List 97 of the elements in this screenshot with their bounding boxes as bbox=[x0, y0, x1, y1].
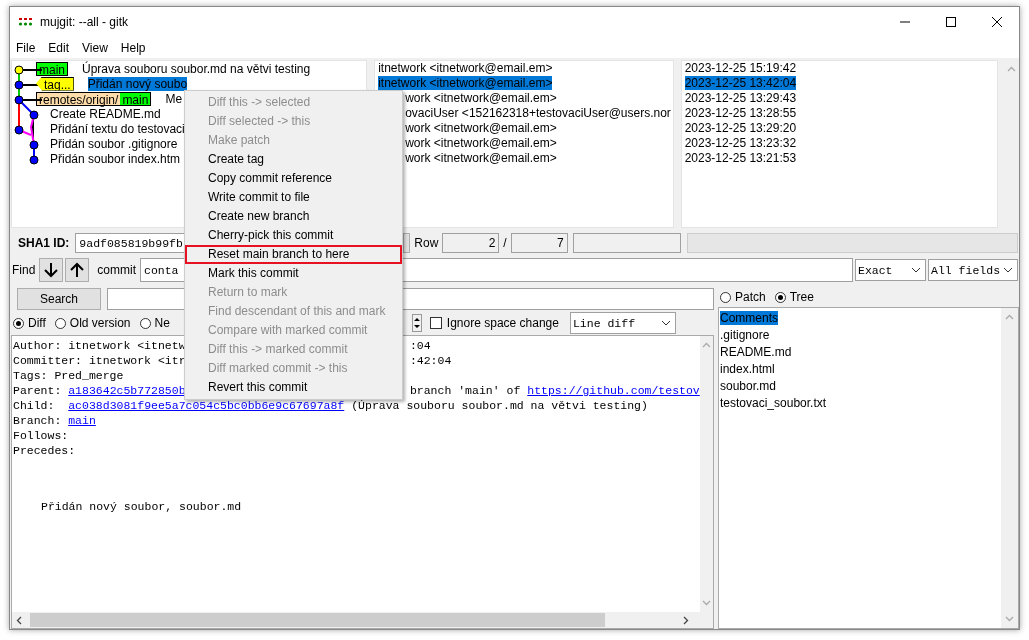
commit-date[interactable]: 2023-12-25 13:21:53 bbox=[684, 151, 797, 165]
commit-subject[interactable]: Create README.md bbox=[50, 106, 161, 121]
menu-item[interactable]: Copy commit reference bbox=[185, 169, 402, 188]
detail-text: (Úprava souboru soubor.md na větvi testing) bbox=[351, 399, 648, 412]
commit-date[interactable]: 2023-12-25 13:28:55 bbox=[684, 106, 797, 120]
commit-author[interactable]: work <itnetwork@email.em> bbox=[405, 91, 557, 105]
sha1-label: SHA1 ID: bbox=[18, 236, 70, 250]
file-name[interactable]: Comments bbox=[720, 311, 778, 325]
find-next-button[interactable] bbox=[39, 258, 64, 282]
horizontal-scrollbar[interactable] bbox=[11, 612, 714, 629]
find-label: Find bbox=[12, 263, 36, 277]
commit-subject[interactable]: Úprava souboru soubor.md na větvi testing bbox=[82, 61, 311, 76]
file-name[interactable]: testovaci_soubor.txt bbox=[720, 396, 827, 410]
checkbox-label[interactable]: Ignore space change bbox=[446, 316, 559, 330]
close-icon[interactable] bbox=[991, 16, 1003, 28]
commit-author[interactable]: ovaciUser <152162318+testovaciUser@users.nor bbox=[405, 106, 671, 120]
spinner-arrows-icon[interactable] bbox=[411, 314, 422, 332]
chevron-down-icon bbox=[1003, 267, 1013, 273]
button[interactable] bbox=[403, 233, 411, 253]
fields-dropdown[interactable]: All fields bbox=[928, 259, 1018, 281]
row-label: Row bbox=[414, 236, 439, 250]
commit-date[interactable]: 2023-12-25 13:29:20 bbox=[684, 121, 797, 135]
radio-label[interactable]: Tree bbox=[789, 290, 814, 304]
chevron-right-icon[interactable] bbox=[683, 615, 689, 625]
menu-item[interactable]: Edit bbox=[48, 40, 77, 55]
match-dropdown[interactable]: Exact bbox=[855, 259, 926, 281]
chevron-down-icon bbox=[911, 267, 921, 273]
detail-text: Child: bbox=[13, 399, 56, 412]
radio-button[interactable] bbox=[13, 317, 24, 329]
menu-item[interactable]: Help bbox=[120, 40, 153, 55]
detail-text: :42:04 bbox=[409, 354, 452, 367]
commit-subject[interactable]: Přidán soubor index.htm bbox=[50, 151, 181, 166]
window-title: mujgit: --all - gitk bbox=[40, 15, 128, 29]
detail-text: Branch: bbox=[13, 414, 62, 427]
commit-author[interactable]: work <itnetwork@email.em> bbox=[405, 151, 557, 165]
detail-text: Tags: Pred_merge bbox=[13, 369, 124, 382]
radio-button[interactable] bbox=[54, 317, 66, 329]
maximize-icon[interactable] bbox=[945, 16, 957, 28]
branch-label: main bbox=[36, 61, 68, 76]
menu-item[interactable]: Mark this commit bbox=[185, 264, 402, 283]
find-field[interactable] bbox=[400, 258, 853, 282]
commit-author[interactable]: itnetwork <itnetwork@email.em> bbox=[378, 61, 553, 75]
menu-item[interactable]: View bbox=[82, 40, 115, 55]
radio-button[interactable] bbox=[720, 291, 731, 303]
commit-subject[interactable]: Přidání textu do testovaci bbox=[50, 121, 185, 136]
menu-item[interactable]: Reset main branch to here bbox=[185, 245, 402, 264]
file-name[interactable]: README.md bbox=[720, 345, 792, 359]
radio-label[interactable]: Ne bbox=[154, 316, 170, 330]
menu-item[interactable]: Cherry-pick this commit bbox=[185, 226, 402, 245]
row-separator: / bbox=[503, 236, 507, 250]
commit-author[interactable]: work <itnetwork@email.em> bbox=[405, 136, 557, 150]
radio-label[interactable]: Old version bbox=[69, 316, 131, 330]
down-arrow-icon bbox=[44, 262, 59, 278]
detail-text: Precedes: bbox=[13, 444, 76, 457]
app-icon bbox=[18, 17, 34, 27]
radio-button[interactable] bbox=[139, 317, 151, 329]
file-name[interactable]: .gitignore bbox=[720, 328, 770, 342]
commit-date[interactable]: 2023-12-25 15:19:42 bbox=[684, 61, 797, 75]
detail-text: Parent: bbox=[13, 384, 62, 397]
find-previous-button[interactable] bbox=[65, 258, 90, 282]
commit-date[interactable]: 2023-12-25 13:42:04 bbox=[684, 76, 797, 90]
branch-label: remotes/origin/ main bbox=[36, 91, 152, 106]
commit-author[interactable]: itnetwork <itnetwork@email.em> bbox=[378, 76, 553, 90]
commit-author[interactable]: work <itnetwork@email.em> bbox=[405, 121, 557, 135]
chevron-down-icon bbox=[660, 320, 671, 326]
link[interactable]: ac038d3081f9ee5a7c054c5bc0bb6e9c67697a8f bbox=[68, 399, 345, 412]
link[interactable]: https://github.com/testov bbox=[527, 384, 700, 397]
commit-subject[interactable]: Me bbox=[165, 91, 183, 106]
chevron-left-icon[interactable] bbox=[16, 615, 22, 625]
detail-text: :04 bbox=[409, 339, 431, 352]
commit-subject[interactable]: Přidán nový soubo bbox=[87, 76, 188, 91]
file-name[interactable]: soubor.md bbox=[720, 379, 777, 393]
file-name[interactable]: index.html bbox=[720, 362, 775, 376]
row-total-field: 7 bbox=[510, 233, 568, 253]
radio-label[interactable]: Diff bbox=[28, 316, 46, 330]
detail-text: Follows: bbox=[13, 429, 69, 442]
diff-style-dropdown[interactable]: Line diff bbox=[569, 312, 676, 334]
radio-label[interactable]: Patch bbox=[735, 290, 766, 304]
row-field: 2 bbox=[442, 233, 500, 253]
menu-item[interactable]: Create new branch bbox=[185, 207, 402, 226]
commit-message: Přidán nový soubor, soubor.md bbox=[41, 500, 242, 513]
find-type-label: commit bbox=[97, 263, 136, 277]
search-button[interactable]: Search bbox=[17, 288, 101, 310]
detail-text: Committer: itnetwork <itr bbox=[13, 354, 186, 367]
up-arrow-icon bbox=[70, 262, 85, 278]
link[interactable]: a183642c5b772850b bbox=[68, 384, 186, 397]
link[interactable]: main bbox=[68, 414, 96, 427]
menu-item[interactable]: Revert this commit bbox=[185, 378, 402, 397]
menu-item[interactable]: Write commit to file bbox=[185, 188, 402, 207]
commit-date[interactable]: 2023-12-25 13:23:32 bbox=[684, 136, 797, 150]
commit-date[interactable]: 2023-12-25 13:29:43 bbox=[684, 91, 797, 105]
menu-item[interactable]: File bbox=[16, 40, 43, 55]
menu-item[interactable]: Create tag bbox=[185, 150, 402, 169]
radio-button[interactable] bbox=[774, 291, 786, 303]
commit-subject[interactable]: Přidán soubor .gitignore bbox=[50, 136, 178, 151]
checkbox[interactable] bbox=[429, 317, 442, 329]
detail-text: branch 'main' of bbox=[409, 384, 521, 397]
